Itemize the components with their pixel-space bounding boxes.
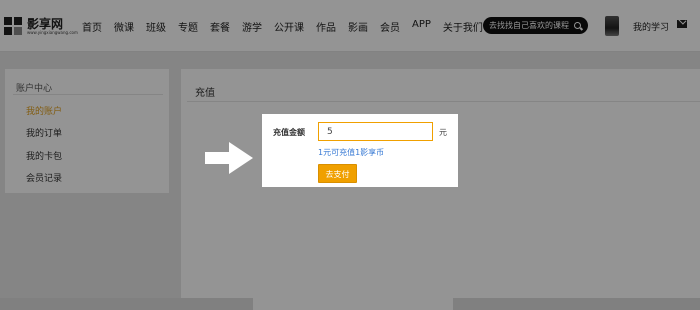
amount-input[interactable] <box>318 122 433 141</box>
recharge-dialog: 充值金额 元 1元可充值1影享币 去支付 <box>262 114 458 187</box>
amount-label: 充值金额 <box>273 128 305 137</box>
arrow-right-icon <box>205 142 253 174</box>
amount-unit: 元 <box>439 128 447 137</box>
exchange-rate-hint: 1元可充值1影享币 <box>318 148 385 157</box>
pay-button[interactable]: 去支付 <box>318 164 357 183</box>
